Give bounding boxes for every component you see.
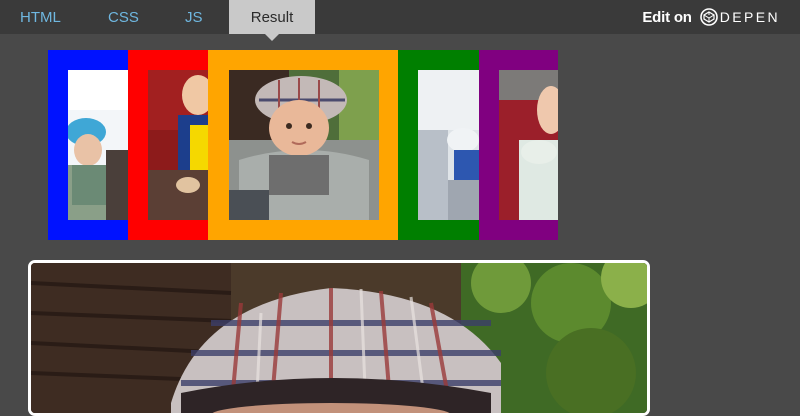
edit-on-label: Edit on bbox=[642, 8, 692, 26]
tab-html[interactable]: HTML bbox=[20, 0, 61, 34]
purple-frame[interactable] bbox=[479, 50, 558, 240]
thumbnail-photo bbox=[229, 70, 379, 220]
preview-photo bbox=[31, 263, 647, 413]
codepen-logo: DEPEN bbox=[699, 8, 780, 26]
tab-css[interactable]: CSS bbox=[108, 0, 139, 34]
tab-js[interactable]: JS bbox=[185, 0, 203, 34]
tab-result[interactable]: Result bbox=[229, 0, 315, 41]
red-frame[interactable] bbox=[128, 50, 208, 240]
thumbnail-photo bbox=[148, 70, 208, 220]
blue-frame[interactable] bbox=[48, 50, 128, 240]
codepen-cube-icon bbox=[699, 8, 718, 26]
orange-frame[interactable] bbox=[208, 50, 398, 240]
active-tab-pointer bbox=[265, 34, 279, 41]
codepen-embed-toolbar: HTML CSS JS Result Edit on DEPEN bbox=[0, 0, 800, 41]
tab-result-label: Result bbox=[250, 9, 294, 26]
edit-on-codepen-link[interactable]: Edit on DEPEN bbox=[642, 0, 780, 34]
large-photo-preview bbox=[28, 260, 650, 416]
thumbnail-photo bbox=[499, 70, 558, 220]
green-frame[interactable] bbox=[398, 50, 479, 240]
photo-frame-strip bbox=[48, 50, 558, 240]
thumbnail-photo bbox=[68, 70, 128, 220]
codepen-wordmark: DEPEN bbox=[719, 9, 780, 25]
thumbnail-photo bbox=[418, 70, 479, 220]
